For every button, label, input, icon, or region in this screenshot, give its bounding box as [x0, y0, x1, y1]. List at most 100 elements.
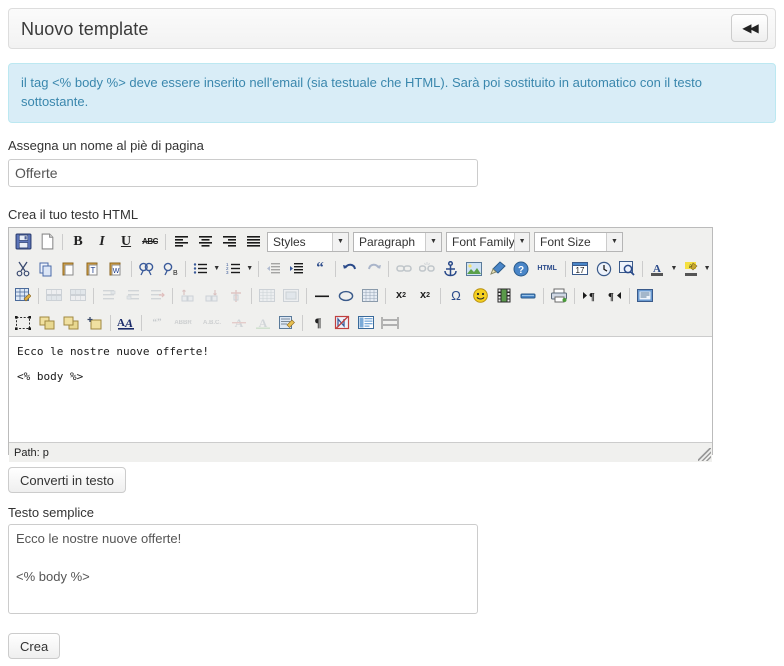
edit-html-source-icon[interactable]: HTML	[534, 258, 561, 279]
page-break-alt-icon[interactable]	[379, 312, 401, 333]
align-center-icon[interactable]	[194, 231, 216, 252]
align-justify-icon[interactable]	[242, 231, 264, 252]
page-break-icon[interactable]	[517, 285, 539, 306]
paste-icon[interactable]	[59, 258, 80, 279]
font-family-select[interactable]: Font Family ▼	[446, 231, 530, 252]
back-button[interactable]: ◀◀	[731, 14, 768, 42]
outdent-icon[interactable]	[263, 258, 284, 279]
special-character-icon[interactable]: Ω	[445, 285, 467, 306]
merge-cells-icon[interactable]	[201, 285, 223, 306]
numbered-list-dropdown-arrow-icon[interactable]: ▼	[245, 258, 255, 279]
cell-properties-icon[interactable]	[280, 285, 302, 306]
background-color-icon[interactable]: ab	[680, 258, 701, 279]
acronym-icon[interactable]: A.B.C.	[198, 312, 226, 333]
paragraph-format-select[interactable]: Paragraph ▼	[353, 231, 442, 252]
print-icon[interactable]	[548, 285, 570, 306]
delete-column-icon[interactable]	[225, 285, 247, 306]
align-right-icon[interactable]	[218, 231, 240, 252]
select-all-icon[interactable]	[12, 312, 34, 333]
toolbar-separator	[38, 287, 39, 304]
resize-grip-icon[interactable]	[698, 448, 711, 461]
insert-column-before-icon[interactable]	[122, 285, 144, 306]
table-properties-icon[interactable]	[12, 285, 34, 306]
template-icon[interactable]	[355, 312, 377, 333]
toolbar-separator	[62, 233, 63, 250]
font-size-select[interactable]: Font Size ▼	[534, 231, 623, 252]
toolbar-separator	[184, 260, 186, 277]
cleanup-code-icon[interactable]	[487, 258, 508, 279]
insert-image-icon[interactable]	[463, 258, 484, 279]
editor-content-area[interactable]: Ecco le nostre nuove offerte! <% body %>	[9, 337, 712, 442]
name-field-label: Assegna un nome al piè di pagina	[8, 138, 204, 153]
cut-icon[interactable]	[12, 258, 33, 279]
fullscreen-icon[interactable]	[634, 285, 656, 306]
attributes-icon[interactable]	[276, 312, 298, 333]
emoticon-icon[interactable]	[469, 285, 491, 306]
insert-column-after-icon[interactable]	[146, 285, 168, 306]
rewind-double-left-icon: ◀◀	[742, 21, 759, 35]
background-color-dropdown-arrow-icon[interactable]: ▼	[702, 258, 712, 279]
new-document-icon[interactable]	[36, 231, 58, 252]
html-rich-text-editor[interactable]: B I U ABC Styles ▼ Paragraph ▼ Font Fami…	[8, 227, 713, 462]
horizontal-rule-icon[interactable]	[311, 285, 333, 306]
delete-row-icon[interactable]	[98, 285, 120, 306]
move-forward-icon[interactable]	[36, 312, 58, 333]
text-color-icon[interactable]: A	[647, 258, 668, 279]
numbered-list-icon[interactable]: 123	[223, 258, 244, 279]
strikethrough-icon[interactable]: ABC	[139, 231, 161, 252]
citation-icon[interactable]: “”	[146, 312, 168, 333]
blockquote-icon[interactable]: “	[309, 258, 330, 279]
anchor-icon[interactable]	[440, 258, 461, 279]
insert-row-before-icon[interactable]	[43, 285, 65, 306]
italic-icon[interactable]: I	[91, 231, 113, 252]
insert-time-icon[interactable]	[593, 258, 614, 279]
visual-aid-icon[interactable]	[359, 285, 381, 306]
indent-icon[interactable]	[286, 258, 307, 279]
styles-select-value: Styles	[273, 234, 306, 249]
subscript-icon[interactable]: x2	[390, 285, 412, 306]
superscript-icon[interactable]: x2	[414, 285, 436, 306]
show-invisible-chars-icon[interactable]: ¶	[307, 312, 329, 333]
search-replace-icon[interactable]: B	[159, 258, 180, 279]
convert-to-text-button[interactable]: Converti in testo	[8, 467, 126, 493]
rtl-direction-icon[interactable]: ¶	[603, 285, 625, 306]
save-icon[interactable]	[12, 231, 34, 252]
insert-media-icon[interactable]	[493, 285, 515, 306]
undo-icon[interactable]	[340, 258, 361, 279]
toggle-nonbreaking-icon[interactable]	[331, 312, 353, 333]
text-color-dropdown-arrow-icon[interactable]: ▼	[669, 258, 679, 279]
table-grid-icon[interactable]	[256, 285, 278, 306]
search-icon[interactable]	[136, 258, 157, 279]
underline-icon[interactable]: U	[115, 231, 137, 252]
ltr-direction-icon[interactable]: ¶	[579, 285, 601, 306]
copy-icon[interactable]	[35, 258, 56, 279]
insert-date-icon[interactable]: 17	[570, 258, 591, 279]
abbreviation-icon[interactable]: ABBR	[170, 312, 196, 333]
style-props-icon[interactable]: AA	[115, 312, 137, 333]
create-button[interactable]: Crea	[8, 633, 61, 659]
plain-text-textarea[interactable]	[8, 524, 478, 614]
redo-icon[interactable]	[363, 258, 384, 279]
bullet-list-icon[interactable]	[190, 258, 211, 279]
styles-select[interactable]: Styles ▼	[267, 231, 349, 252]
paste-from-word-icon[interactable]: W	[105, 258, 126, 279]
page-title: Nuovo template	[21, 19, 149, 39]
unlink-icon[interactable]	[417, 258, 438, 279]
bold-icon[interactable]: B	[67, 231, 89, 252]
split-cell-icon[interactable]	[177, 285, 199, 306]
help-icon[interactable]: ?	[510, 258, 531, 279]
deletion-icon[interactable]: A	[228, 312, 250, 333]
move-backward-icon[interactable]	[60, 312, 82, 333]
insertion-icon[interactable]: A	[252, 312, 274, 333]
align-left-icon[interactable]	[170, 231, 192, 252]
insert-row-after-icon[interactable]	[67, 285, 89, 306]
bullet-list-dropdown-arrow-icon[interactable]: ▼	[212, 258, 222, 279]
svg-text:W: W	[113, 268, 120, 275]
insert-layer-new-icon[interactable]	[84, 312, 106, 333]
info-alert: il tag <% body %> deve essere inserito n…	[8, 63, 776, 123]
preview-icon[interactable]	[616, 258, 637, 279]
paste-as-text-icon[interactable]: T	[82, 258, 103, 279]
insert-link-icon[interactable]	[393, 258, 414, 279]
remove-format-icon[interactable]	[335, 285, 357, 306]
template-name-input[interactable]	[8, 159, 478, 187]
